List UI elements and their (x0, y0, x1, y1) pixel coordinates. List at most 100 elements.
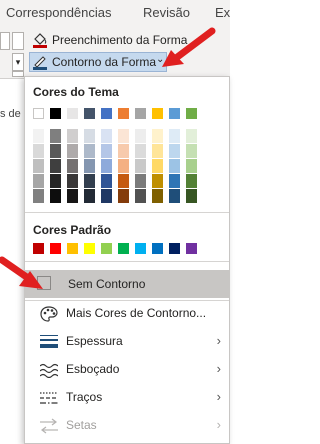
line-weight-icon (40, 335, 58, 348)
theme-shade-swatch[interactable] (135, 189, 146, 203)
theme-color-swatch[interactable] (84, 108, 95, 119)
separator (25, 212, 229, 213)
theme-shade-swatch[interactable] (118, 159, 129, 173)
dashes-item[interactable]: Traços › (25, 385, 229, 411)
weight-item[interactable]: Espessura › (25, 329, 229, 355)
shape-fill-button[interactable]: Preenchimento da Forma (30, 30, 187, 50)
standard-color-swatch[interactable] (135, 243, 146, 254)
theme-shade-swatch[interactable] (84, 159, 95, 173)
theme-shade-swatch[interactable] (152, 189, 163, 203)
standard-color-swatch[interactable] (169, 243, 180, 254)
no-outline-item[interactable]: Sem Contorno (25, 270, 229, 298)
sketched-item[interactable]: Esboçado › (25, 357, 229, 383)
theme-color-swatch[interactable] (118, 108, 129, 119)
theme-shade-swatch[interactable] (186, 159, 197, 173)
theme-shade-swatch[interactable] (33, 144, 44, 158)
standard-color-swatch[interactable] (84, 243, 95, 254)
dash-line-icon (40, 392, 58, 404)
theme-shade-swatch[interactable] (84, 144, 95, 158)
theme-shade-swatch[interactable] (169, 129, 180, 143)
theme-shade-swatch[interactable] (33, 159, 44, 173)
theme-color-swatch[interactable] (33, 108, 44, 119)
arrows-item[interactable]: Setas › (25, 413, 229, 439)
left-dropdown-arrow[interactable]: ▾ (12, 53, 24, 71)
theme-shade-swatch[interactable] (33, 174, 44, 188)
annotation-arrow-left (0, 256, 43, 289)
chevron-right-icon: › (216, 389, 221, 404)
theme-shade-swatch[interactable] (84, 189, 95, 203)
theme-shade-swatch[interactable] (169, 144, 180, 158)
standard-color-swatch[interactable] (186, 243, 197, 254)
tab-correspondencias[interactable]: Correspondências (6, 5, 112, 20)
theme-shade-swatch[interactable] (135, 129, 146, 143)
left-control-3[interactable] (12, 71, 24, 77)
theme-shade-swatch[interactable] (152, 144, 163, 158)
theme-shade-swatch[interactable] (169, 174, 180, 188)
arrow-style-icon (40, 418, 58, 434)
more-outline-colors-item[interactable]: Mais Cores de Contorno... (25, 301, 229, 327)
theme-shade-swatch[interactable] (118, 129, 129, 143)
standard-color-swatch[interactable] (33, 243, 44, 254)
chevron-right-icon: › (216, 361, 221, 376)
theme-shade-swatch[interactable] (135, 144, 146, 158)
theme-shade-swatch[interactable] (169, 159, 180, 173)
theme-shade-swatch[interactable] (186, 189, 197, 203)
theme-shade-swatch[interactable] (101, 129, 112, 143)
pencil-outline-icon (33, 56, 47, 70)
theme-shade-swatch[interactable] (101, 174, 112, 188)
chevron-right-icon: › (216, 417, 221, 432)
theme-shade-swatch[interactable] (67, 174, 78, 188)
theme-color-swatch[interactable] (186, 108, 197, 119)
paint-bucket-icon (33, 33, 47, 48)
theme-shade-swatch[interactable] (169, 189, 180, 203)
standard-colors-heading: Cores Padrão (33, 223, 112, 237)
theme-color-swatch[interactable] (67, 108, 78, 119)
theme-shade-swatch[interactable] (118, 174, 129, 188)
sketch-line-icon (40, 363, 58, 378)
theme-shade-swatch[interactable] (118, 144, 129, 158)
theme-shade-swatch[interactable] (186, 129, 197, 143)
theme-shade-swatch[interactable] (84, 129, 95, 143)
theme-colors-heading: Cores do Tema (33, 85, 119, 99)
theme-color-swatch[interactable] (135, 108, 146, 119)
theme-shade-swatch[interactable] (50, 189, 61, 203)
theme-shade-swatch[interactable] (67, 129, 78, 143)
theme-shade-swatch[interactable] (67, 159, 78, 173)
theme-shade-swatch[interactable] (152, 129, 163, 143)
standard-color-swatch[interactable] (118, 243, 129, 254)
standard-color-swatch[interactable] (67, 243, 78, 254)
theme-shade-swatch[interactable] (84, 174, 95, 188)
theme-shade-swatch[interactable] (135, 159, 146, 173)
theme-color-swatch[interactable] (169, 108, 180, 119)
standard-color-swatch[interactable] (50, 243, 61, 254)
theme-color-swatch[interactable] (101, 108, 112, 119)
theme-shade-swatch[interactable] (101, 159, 112, 173)
left-control-2[interactable] (12, 32, 24, 50)
tab-exibir[interactable]: Ex (215, 5, 230, 20)
theme-shade-swatch[interactable] (118, 189, 129, 203)
theme-shade-swatch[interactable] (152, 174, 163, 188)
standard-color-swatch[interactable] (152, 243, 163, 254)
theme-shade-swatch[interactable] (186, 174, 197, 188)
theme-color-swatch[interactable] (50, 108, 61, 119)
separator (25, 261, 229, 262)
tab-revisao[interactable]: Revisão (143, 5, 190, 20)
theme-shade-swatch[interactable] (67, 144, 78, 158)
shape-outline-button[interactable]: Contorno da Forma ⌄ (29, 52, 167, 72)
theme-shade-swatch[interactable] (186, 144, 197, 158)
theme-shade-swatch[interactable] (101, 144, 112, 158)
theme-shade-swatch[interactable] (101, 189, 112, 203)
left-control[interactable] (0, 32, 10, 50)
theme-shade-swatch[interactable] (50, 144, 61, 158)
theme-shade-swatch[interactable] (50, 174, 61, 188)
theme-shade-swatch[interactable] (152, 159, 163, 173)
theme-shade-swatch[interactable] (135, 174, 146, 188)
theme-shade-swatch[interactable] (33, 189, 44, 203)
chevron-right-icon: › (216, 333, 221, 348)
theme-shade-swatch[interactable] (67, 189, 78, 203)
standard-color-swatch[interactable] (101, 243, 112, 254)
theme-color-swatch[interactable] (152, 108, 163, 119)
theme-shade-swatch[interactable] (50, 129, 61, 143)
theme-shade-swatch[interactable] (50, 159, 61, 173)
theme-shade-swatch[interactable] (33, 129, 44, 143)
